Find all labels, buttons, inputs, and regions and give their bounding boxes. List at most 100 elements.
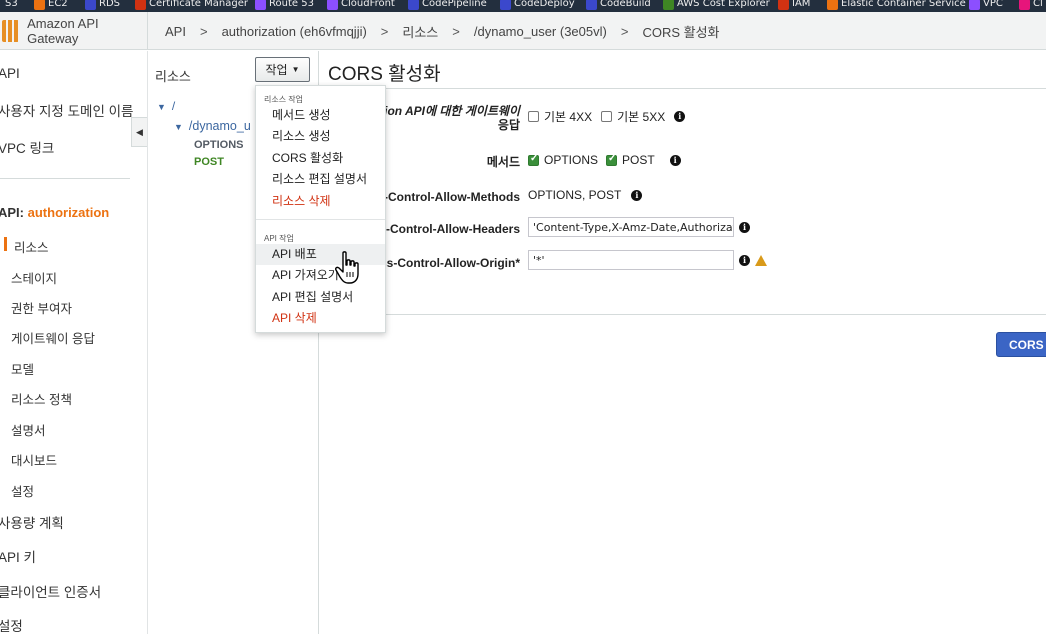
menu-divider: [256, 219, 385, 220]
breadcrumb-item-api[interactable]: API: [165, 24, 186, 39]
bookmark-rds[interactable]: RDS: [85, 0, 120, 11]
actions-label: 작업: [265, 63, 288, 77]
iam-icon: [778, 0, 789, 10]
codebuild-icon: [586, 0, 597, 10]
menu-edit-api-docs[interactable]: API 편집 설명서: [256, 287, 385, 308]
left-nav: API 사용자 지정 도메인 이름 VPC 링크 API: authorizat…: [0, 51, 148, 634]
nav-api-prefix: API:: [0, 205, 24, 220]
nav-item-models[interactable]: 모델: [11, 359, 34, 378]
breadcrumb-separator: >: [620, 23, 629, 39]
menu-delete-api[interactable]: API 삭제: [256, 308, 385, 329]
info-icon[interactable]: i: [739, 221, 750, 233]
post-checkbox[interactable]: [606, 153, 618, 166]
bookmark-route53[interactable]: Route 53: [255, 0, 314, 11]
nav-api-name: authorization: [27, 205, 110, 220]
codedeploy-icon: [500, 0, 511, 10]
menu-enable-cors[interactable]: CORS 활성화: [256, 148, 385, 169]
breadcrumb-item-resources[interactable]: 리소스: [402, 22, 438, 41]
bookmark-s3[interactable]: S3: [2, 0, 18, 11]
allow-methods-value: OPTIONS, POST: [528, 188, 622, 202]
resources-title: 리소스: [155, 69, 191, 84]
collapse-nav-button[interactable]: ◀: [131, 117, 147, 147]
bookmark-iam[interactable]: IAM: [778, 0, 810, 11]
menu-create-resource[interactable]: 리소스 생성: [256, 126, 385, 147]
default-5xx-label: 기본 5XX: [617, 110, 666, 124]
nav-item-api-settings[interactable]: 설정: [11, 481, 34, 500]
vpc-icon: [969, 0, 980, 10]
bookmark-ecs[interactable]: Elastic Container Service: [827, 0, 966, 11]
breadcrumb-separator: >: [452, 23, 460, 39]
nav-item-vpc-links[interactable]: VPC 링크: [0, 137, 54, 157]
nav-item-client-certificates[interactable]: 클라이언트 인증서: [0, 581, 101, 601]
method-post[interactable]: POST: [194, 156, 224, 168]
ecs-icon: [827, 0, 838, 10]
nav-active-indicator: [4, 237, 7, 251]
bookmark-cloudfront[interactable]: CloudFront: [327, 0, 395, 11]
nav-item-documentation[interactable]: 설명서: [11, 420, 46, 439]
tree-child-label: /dynamo_u: [188, 119, 251, 133]
bookmark-cost-explorer[interactable]: AWS Cost Explorer: [663, 0, 770, 11]
default-4xx-checkbox[interactable]: [528, 111, 539, 122]
expand-down-icon: ▼: [157, 102, 166, 112]
gateway-responses-options: 기본 4XX 기본 5XX i: [528, 108, 686, 125]
tree-root[interactable]: ▼ /: [157, 99, 175, 113]
nav-item-gateway-responses[interactable]: 게이트웨이 응답: [11, 328, 95, 347]
menu-edit-resource-docs[interactable]: 리소스 편집 설명서: [256, 169, 385, 190]
nav-item-usage-plans[interactable]: 사용량 계획: [0, 512, 64, 532]
allow-origin-input[interactable]: '*': [528, 250, 734, 270]
tree-root-label: /: [171, 99, 176, 113]
default-5xx-checkbox[interactable]: [601, 111, 613, 122]
certificate-manager-icon: [135, 0, 146, 10]
allow-origin-label: ss-Control-Allow-Origin*: [380, 256, 520, 270]
tree-child[interactable]: ▼ /dynamo_u: [174, 119, 251, 133]
brand[interactable]: Amazon API Gateway: [0, 12, 148, 50]
nav-item-resources[interactable]: 리소스: [14, 237, 49, 256]
actions-button[interactable]: 작업 ▼: [255, 57, 310, 82]
allow-headers-input[interactable]: 'Content-Type,X-Amz-Date,Authorization: [528, 217, 734, 237]
warning-icon: [755, 254, 767, 266]
bookmark-codebuild[interactable]: CodeBuild: [586, 0, 651, 11]
info-icon[interactable]: i: [631, 189, 643, 201]
cloudfront-icon: [327, 0, 338, 10]
menu-delete-resource[interactable]: 리소스 삭제: [256, 191, 385, 212]
breadcrumb-separator: >: [199, 23, 208, 39]
info-icon[interactable]: i: [739, 254, 750, 266]
enable-cors-button[interactable]: CORS: [996, 332, 1046, 357]
gateway-label-line-2: 응답: [497, 118, 520, 132]
nav-item-apis[interactable]: API: [0, 66, 20, 81]
nav-item-resource-policy[interactable]: 리소스 정책: [11, 389, 72, 408]
options-checkbox[interactable]: [528, 153, 539, 166]
breadcrumb-item-api-name[interactable]: authorization (eh6vfmqjji): [222, 24, 367, 39]
info-icon[interactable]: i: [669, 154, 681, 166]
header: Amazon API Gateway API > authorization (…: [0, 12, 1046, 50]
brand-name: Amazon API Gateway: [27, 16, 99, 46]
nav-item-authorizers[interactable]: 권한 부여자: [11, 298, 72, 317]
hand-cursor-icon: [335, 251, 359, 284]
menu-create-method[interactable]: 메서드 생성: [256, 105, 385, 126]
breadcrumb-item-resource[interactable]: /dynamo_user (3e05vl): [474, 24, 607, 39]
page-title: CORS 활성화: [328, 64, 441, 85]
nav-api-heading: API: authorization: [0, 205, 109, 220]
route53-icon: [255, 0, 266, 10]
nav-item-custom-domains[interactable]: 사용자 지정 도메인 이름: [0, 100, 133, 120]
bookmark-vpc[interactable]: VPC: [969, 0, 1003, 11]
bookmark-codedeploy[interactable]: CodeDeploy: [500, 0, 575, 11]
bookmark-codepipeline[interactable]: CodePipeline: [408, 0, 487, 11]
bookmark-cl[interactable]: Cl: [1019, 0, 1043, 11]
methods-options: OPTIONS POST i: [528, 153, 681, 167]
info-icon[interactable]: i: [674, 111, 686, 122]
breadcrumb-separator: >: [380, 23, 389, 39]
api-actions-heading: API 작업: [264, 234, 294, 243]
gateway-label-line-1: ation API에 대한 게이트웨이: [373, 104, 520, 118]
bookmark-ec2[interactable]: EC2: [34, 0, 68, 11]
method-options[interactable]: OPTIONS: [194, 139, 244, 151]
nav-item-api-keys[interactable]: API 키: [0, 546, 36, 566]
bookmark-certificate-manager[interactable]: Certificate Manager: [135, 0, 248, 11]
nav-item-stages[interactable]: 스테이지: [11, 268, 57, 287]
bookmarks-bar: S3 EC2 RDS Certificate Manager Route 53 …: [0, 0, 1046, 12]
nav-item-settings[interactable]: 설정: [0, 615, 23, 634]
breadcrumb: API > authorization (eh6vfmqjji) > 리소스 >…: [165, 12, 720, 50]
nav-divider: [0, 178, 130, 179]
nav-item-dashboard[interactable]: 대시보드: [11, 450, 57, 469]
allow-headers-row: 'Content-Type,X-Amz-Date,Authorization i: [528, 217, 750, 237]
